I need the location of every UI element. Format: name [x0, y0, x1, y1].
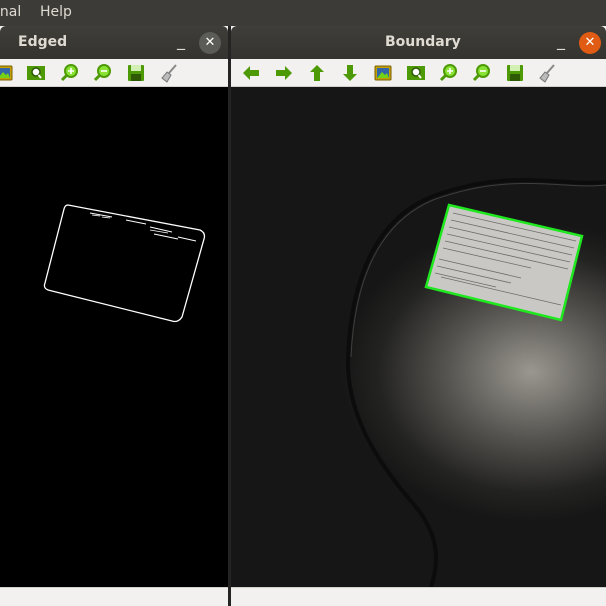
- arrow-down-icon[interactable]: [340, 63, 362, 83]
- close-button[interactable]: ✕: [199, 32, 221, 54]
- boundary-image-canvas[interactable]: [231, 87, 606, 587]
- broom-icon[interactable]: [160, 63, 182, 83]
- boundary-toolbar: [231, 59, 606, 87]
- minimize-button[interactable]: _: [551, 32, 571, 52]
- close-button[interactable]: ✕: [579, 32, 601, 54]
- window-title: Boundary: [385, 34, 461, 50]
- menu-help[interactable]: Help: [40, 4, 72, 20]
- zoom-in-icon[interactable]: [439, 63, 461, 83]
- window-title: Edged: [18, 34, 68, 50]
- broom-icon[interactable]: [538, 63, 560, 83]
- edged-titlebar[interactable]: Edged _ ✕: [0, 26, 228, 59]
- zoom-out-icon[interactable]: [472, 63, 494, 83]
- image-icon[interactable]: [373, 63, 395, 83]
- edge-contour-drawing: [43, 204, 206, 323]
- arrow-right-icon[interactable]: [274, 63, 296, 83]
- minimize-button[interactable]: _: [171, 32, 191, 52]
- edged-toolbar: [0, 59, 228, 87]
- zoom-fit-icon[interactable]: [26, 63, 48, 83]
- image-icon[interactable]: [0, 63, 16, 83]
- edged-image-canvas[interactable]: [0, 87, 228, 587]
- zoom-fit-icon[interactable]: [406, 63, 428, 83]
- save-icon[interactable]: [505, 63, 527, 83]
- zoom-in-icon[interactable]: [60, 63, 82, 83]
- arrow-left-icon[interactable]: [241, 63, 263, 83]
- save-icon[interactable]: [126, 63, 148, 83]
- boundary-photo: [345, 178, 606, 587]
- arrow-up-icon[interactable]: [307, 63, 329, 83]
- boundary-statusbar: [231, 587, 606, 606]
- boundary-window: Boundary _ ✕: [231, 26, 606, 606]
- menu-terminal[interactable]: inal: [0, 4, 21, 20]
- edged-statusbar: [0, 587, 228, 606]
- edged-window: Edged _ ✕: [0, 26, 228, 606]
- boundary-titlebar[interactable]: Boundary _ ✕: [231, 26, 606, 59]
- menu-bar: inal Help: [0, 0, 606, 26]
- zoom-out-icon[interactable]: [93, 63, 115, 83]
